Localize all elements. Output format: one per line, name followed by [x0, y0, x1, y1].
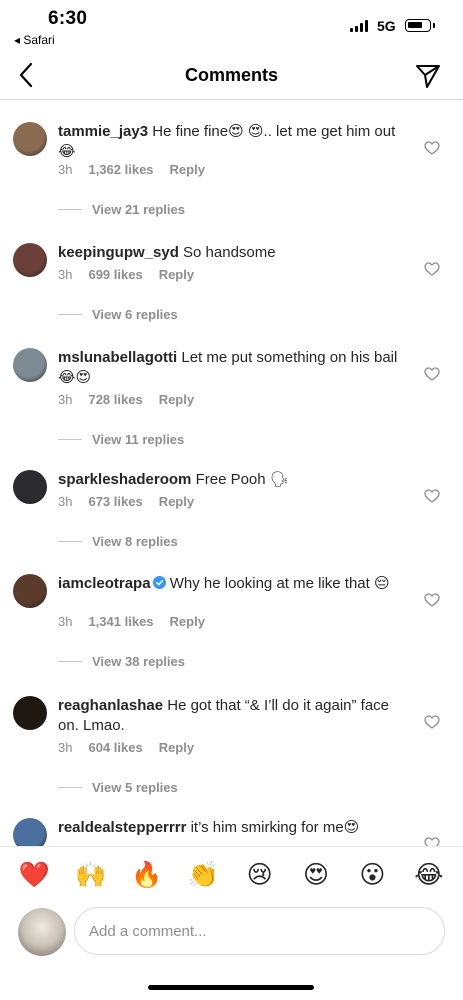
view-replies-button[interactable]: View 8 replies — [58, 534, 178, 549]
comment-time: 3h — [58, 740, 73, 755]
reaction-emoji-button[interactable]: 😍 — [298, 860, 334, 890]
replies-divider — [58, 541, 82, 542]
comment-username[interactable]: mslunabellagotti — [58, 349, 177, 366]
comment-time: 3h — [58, 392, 73, 407]
comment-body: So handsome — [183, 244, 276, 261]
comment-avatar[interactable] — [13, 243, 47, 277]
replies-divider — [58, 209, 82, 210]
view-replies-button[interactable]: View 6 replies — [58, 307, 178, 322]
reply-button[interactable]: Reply — [159, 267, 194, 282]
reply-button[interactable]: Reply — [159, 494, 194, 509]
comment-username[interactable]: sparkleshaderoom — [58, 471, 191, 488]
reaction-emoji-button[interactable]: 😢 — [242, 860, 278, 890]
comment-likes[interactable]: 1,362 likes — [88, 162, 153, 177]
comment-text: sparkleshaderoom Free Pooh 🗣 — [58, 470, 403, 490]
comment-meta: 3h 1,362 likes Reply — [58, 162, 205, 177]
comment-username[interactable]: realdealstepperrrr — [58, 819, 186, 836]
comment-list[interactable]: tammie_jay3 He fine fine😍 😍.. let me get… — [0, 100, 463, 846]
comment-text: tammie_jay3 He fine fine😍 😍.. let me get… — [58, 122, 403, 162]
comment-avatar[interactable] — [13, 696, 47, 730]
like-heart-icon[interactable] — [424, 140, 440, 156]
view-replies-label: View 8 replies — [92, 534, 178, 549]
verified-badge-icon — [152, 576, 166, 589]
reaction-emoji-button[interactable]: 🙌 — [73, 860, 109, 890]
comment-text: mslunabellagotti Let me put something on… — [58, 348, 403, 388]
reply-button[interactable]: Reply — [170, 614, 205, 629]
replies-divider — [58, 439, 82, 440]
share-send-icon[interactable] — [414, 62, 442, 90]
comment-body: Free Pooh 🗣 — [195, 471, 289, 488]
comment-avatar[interactable] — [13, 348, 47, 382]
battery-icon — [405, 19, 435, 32]
comment-time: 3h — [58, 494, 73, 509]
like-heart-icon[interactable] — [424, 261, 440, 277]
view-replies-button[interactable]: View 5 replies — [58, 780, 178, 795]
like-heart-icon[interactable] — [424, 836, 440, 846]
like-heart-icon[interactable] — [424, 366, 440, 382]
comment-meta: 3h 604 likes Reply — [58, 740, 194, 755]
view-replies-button[interactable]: View 11 replies — [58, 432, 184, 447]
comment-time: 3h — [58, 267, 73, 282]
back-to-safari-link[interactable]: ◂ Safari — [14, 33, 55, 47]
comment-body: Why he looking at me like that 😔 — [169, 575, 390, 592]
comment-meta: 3h 699 likes Reply — [58, 267, 194, 282]
comment-avatar[interactable] — [13, 122, 47, 156]
comment-time: 3h — [58, 614, 73, 629]
quick-reaction-bar: ❤️ 🙌 🔥 👏 😢 😍 😮 😂 — [0, 846, 463, 902]
comment-meta: 3h 673 likes Reply — [58, 494, 194, 509]
comment-text: keepingupw_syd So handsome — [58, 243, 403, 263]
comment-likes[interactable]: 699 likes — [88, 267, 142, 282]
reaction-emoji-button[interactable]: 😂 — [411, 860, 447, 890]
comment-composer — [0, 903, 463, 963]
view-replies-button[interactable]: View 21 replies — [58, 202, 185, 217]
nav-bar: Comments — [0, 52, 463, 100]
reaction-emoji-button[interactable]: 🔥 — [129, 860, 165, 890]
comment-avatar[interactable] — [13, 470, 47, 504]
comment-likes[interactable]: 1,341 likes — [88, 614, 153, 629]
comment-time: 3h — [58, 162, 73, 177]
cellular-signal-icon — [350, 20, 368, 32]
replies-divider — [58, 314, 82, 315]
add-comment-input[interactable] — [74, 907, 445, 955]
reaction-emoji-button[interactable]: ❤️ — [16, 860, 52, 890]
view-replies-label: View 21 replies — [92, 202, 185, 217]
current-user-avatar — [18, 908, 66, 956]
comment-meta: 3h 1,341 likes Reply — [58, 614, 205, 629]
reply-button[interactable]: Reply — [159, 740, 194, 755]
comment-username[interactable]: reaghanlashae — [58, 697, 163, 714]
home-indicator[interactable] — [148, 985, 314, 990]
comment-likes[interactable]: 673 likes — [88, 494, 142, 509]
comment-body: it’s him smirking for me😍 — [190, 819, 360, 836]
like-heart-icon[interactable] — [424, 714, 440, 730]
comment-username[interactable]: iamcleotrapa — [58, 575, 151, 592]
view-replies-label: View 5 replies — [92, 780, 178, 795]
comment-avatar[interactable] — [13, 574, 47, 608]
comment-username[interactable]: keepingupw_syd — [58, 244, 179, 261]
like-heart-icon[interactable] — [424, 592, 440, 608]
comment-username[interactable]: tammie_jay3 — [58, 123, 148, 140]
comment-text: iamcleotrapa Why he looking at me like t… — [58, 574, 403, 594]
view-replies-label: View 11 replies — [92, 432, 185, 447]
view-replies-button[interactable]: View 38 replies — [58, 654, 185, 669]
comment-text: realdealstepperrrr it’s him smirking for… — [58, 818, 403, 838]
comment-avatar[interactable] — [13, 818, 47, 846]
comment-meta: 3h 728 likes Reply — [58, 392, 194, 407]
like-heart-icon[interactable] — [424, 488, 440, 504]
status-time: 6:30 — [48, 8, 88, 29]
reply-button[interactable]: Reply — [159, 392, 194, 407]
reaction-emoji-button[interactable]: 😮 — [354, 860, 390, 890]
comment-text: reaghanlashae He got that “& I’ll do it … — [58, 696, 403, 736]
network-type: 5G — [377, 18, 396, 34]
replies-divider — [58, 787, 82, 788]
comment-likes[interactable]: 728 likes — [88, 392, 142, 407]
page-title: Comments — [184, 65, 278, 85]
view-replies-label: View 6 replies — [92, 307, 178, 322]
reply-button[interactable]: Reply — [170, 162, 205, 177]
replies-divider — [58, 661, 82, 662]
comment-likes[interactable]: 604 likes — [88, 740, 142, 755]
status-bar: 6:30 ◂ Safari 5G — [0, 0, 463, 52]
reaction-emoji-button[interactable]: 👏 — [185, 860, 221, 890]
view-replies-label: View 38 replies — [92, 654, 185, 669]
